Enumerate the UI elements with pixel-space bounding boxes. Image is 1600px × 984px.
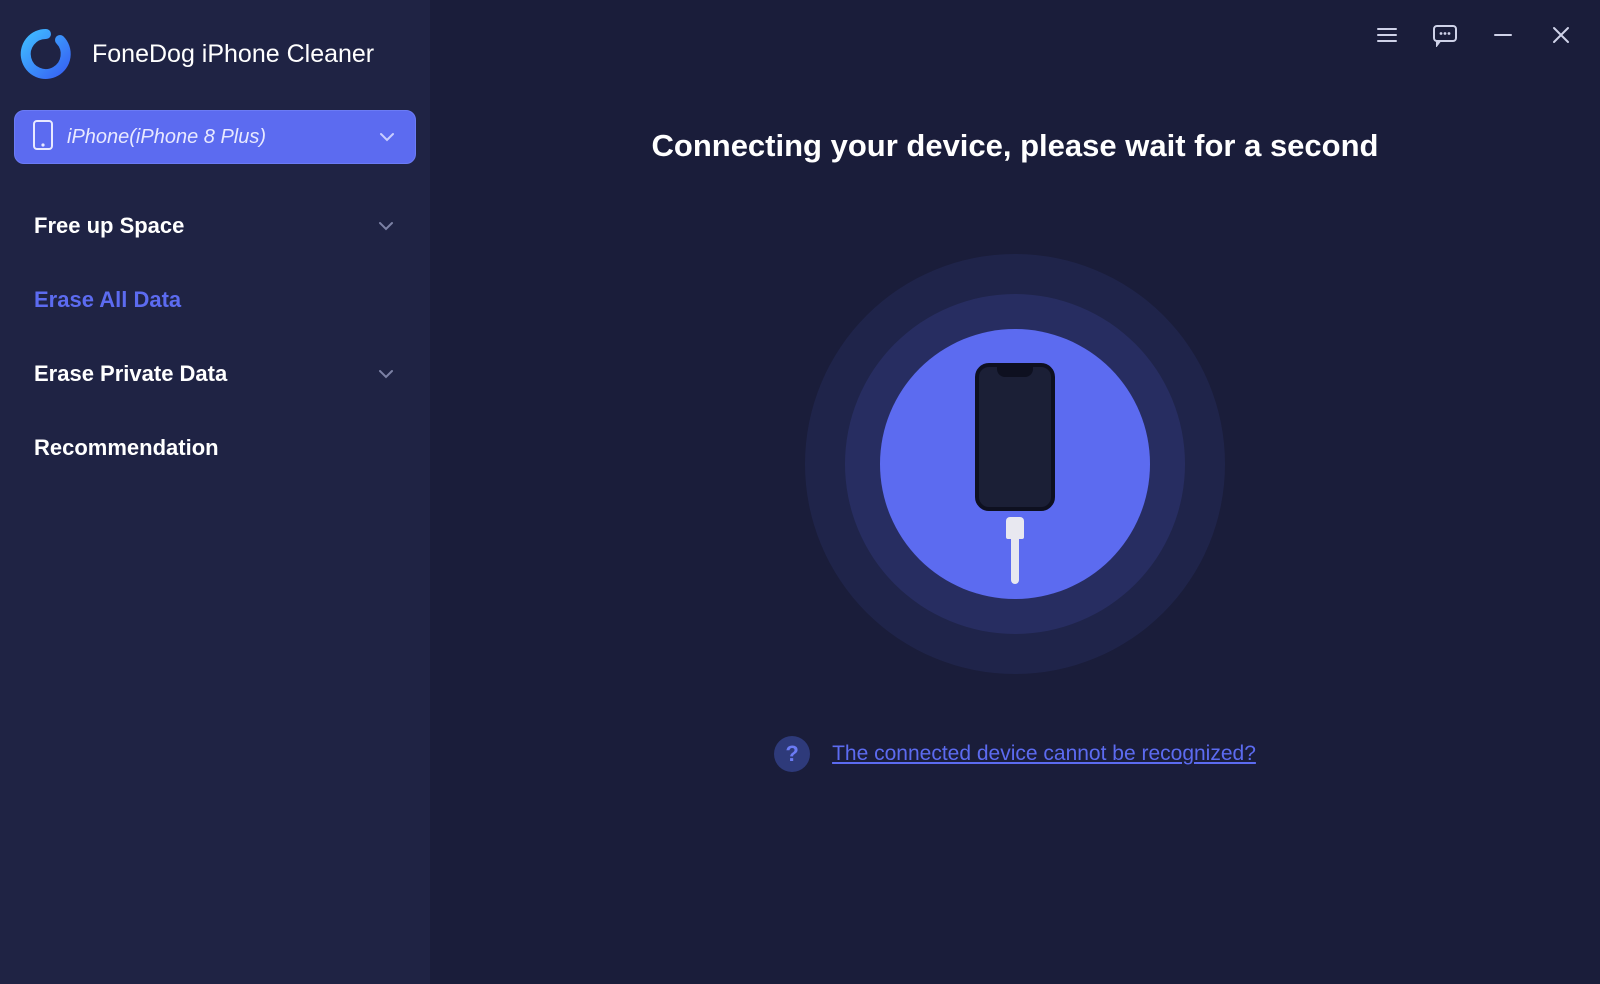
nav-erase-all-data[interactable]: Erase All Data [0,263,430,337]
help-icon[interactable]: ? [774,736,810,772]
connecting-heading: Connecting your device, please wait for … [430,128,1600,164]
connecting-illustration [430,254,1600,674]
phone-icon [33,120,53,155]
close-icon[interactable] [1546,20,1576,50]
feedback-icon[interactable] [1430,20,1460,50]
app-title: FoneDog iPhone Cleaner [92,40,374,69]
sidebar: FoneDog iPhone Cleaner iPhone(iPhone 8 P… [0,0,430,984]
cable-illustration-icon [1008,517,1022,584]
help-link[interactable]: The connected device cannot be recognize… [832,742,1256,766]
nav-item-label: Erase All Data [34,287,396,313]
phone-illustration-icon [975,363,1055,511]
main-panel: Connecting your device, please wait for … [430,0,1600,984]
nav-erase-private-data[interactable]: Erase Private Data [0,337,430,411]
help-row: ? The connected device cannot be recogni… [430,736,1600,772]
menu-icon[interactable] [1372,20,1402,50]
chevron-down-icon [377,127,397,147]
nav-recommendation[interactable]: Recommendation [0,411,430,485]
nav-free-up-space[interactable]: Free up Space [0,189,430,263]
app-logo-icon [20,28,72,80]
app-header: FoneDog iPhone Cleaner [0,10,430,110]
titlebar [1372,20,1576,50]
chevron-down-icon [376,216,396,236]
device-selector[interactable]: iPhone(iPhone 8 Plus) [14,110,416,164]
minimize-icon[interactable] [1488,20,1518,50]
nav-item-label: Erase Private Data [34,361,376,387]
nav-item-label: Recommendation [34,435,396,461]
nav-item-label: Free up Space [34,213,376,239]
device-label: iPhone(iPhone 8 Plus) [67,126,377,149]
chevron-down-icon [376,364,396,384]
